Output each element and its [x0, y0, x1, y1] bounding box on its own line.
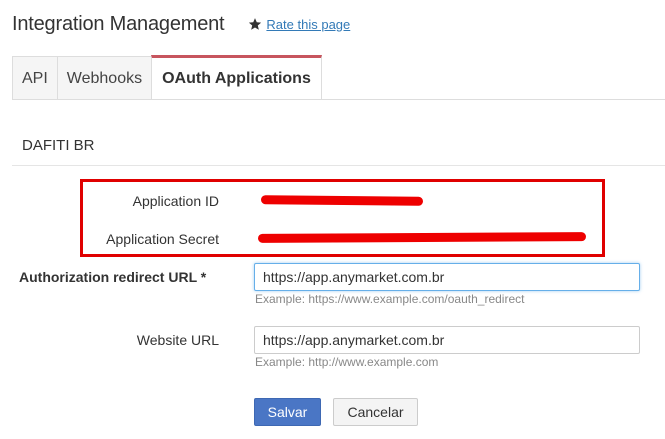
tab-divider [12, 99, 665, 100]
section-title: DAFITI BR [22, 137, 95, 154]
rate-this-page[interactable]: Rate this page [248, 17, 350, 32]
application-id-redaction [260, 195, 424, 206]
star-icon [249, 18, 262, 30]
tab-bar: API Webhooks OAuth Applications [12, 55, 322, 100]
application-secret-redaction [257, 232, 587, 243]
rate-this-page-link[interactable]: Rate this page [266, 17, 350, 32]
tab-webhooks[interactable]: Webhooks [56, 56, 153, 100]
redirect-url-label: Authorization redirect URL * [19, 269, 207, 285]
cancel-button[interactable]: Cancelar [333, 398, 418, 426]
application-secret-label: Application Secret [106, 231, 219, 247]
redirect-url-help: Example: https://www.example.com/oauth_r… [255, 292, 525, 306]
tab-api[interactable]: API [12, 56, 58, 100]
save-button[interactable]: Salvar [254, 398, 321, 426]
website-url-input[interactable] [254, 326, 640, 354]
website-url-help: Example: http://www.example.com [255, 355, 439, 369]
section-divider [12, 165, 665, 166]
redirect-url-input[interactable] [254, 263, 640, 291]
page-title: Integration Management [12, 12, 225, 35]
application-id-label: Application ID [132, 193, 219, 209]
page-header: Integration Management Rate this page [12, 11, 350, 37]
website-url-label: Website URL [136, 332, 219, 348]
tab-oauth-applications[interactable]: OAuth Applications [151, 55, 322, 100]
